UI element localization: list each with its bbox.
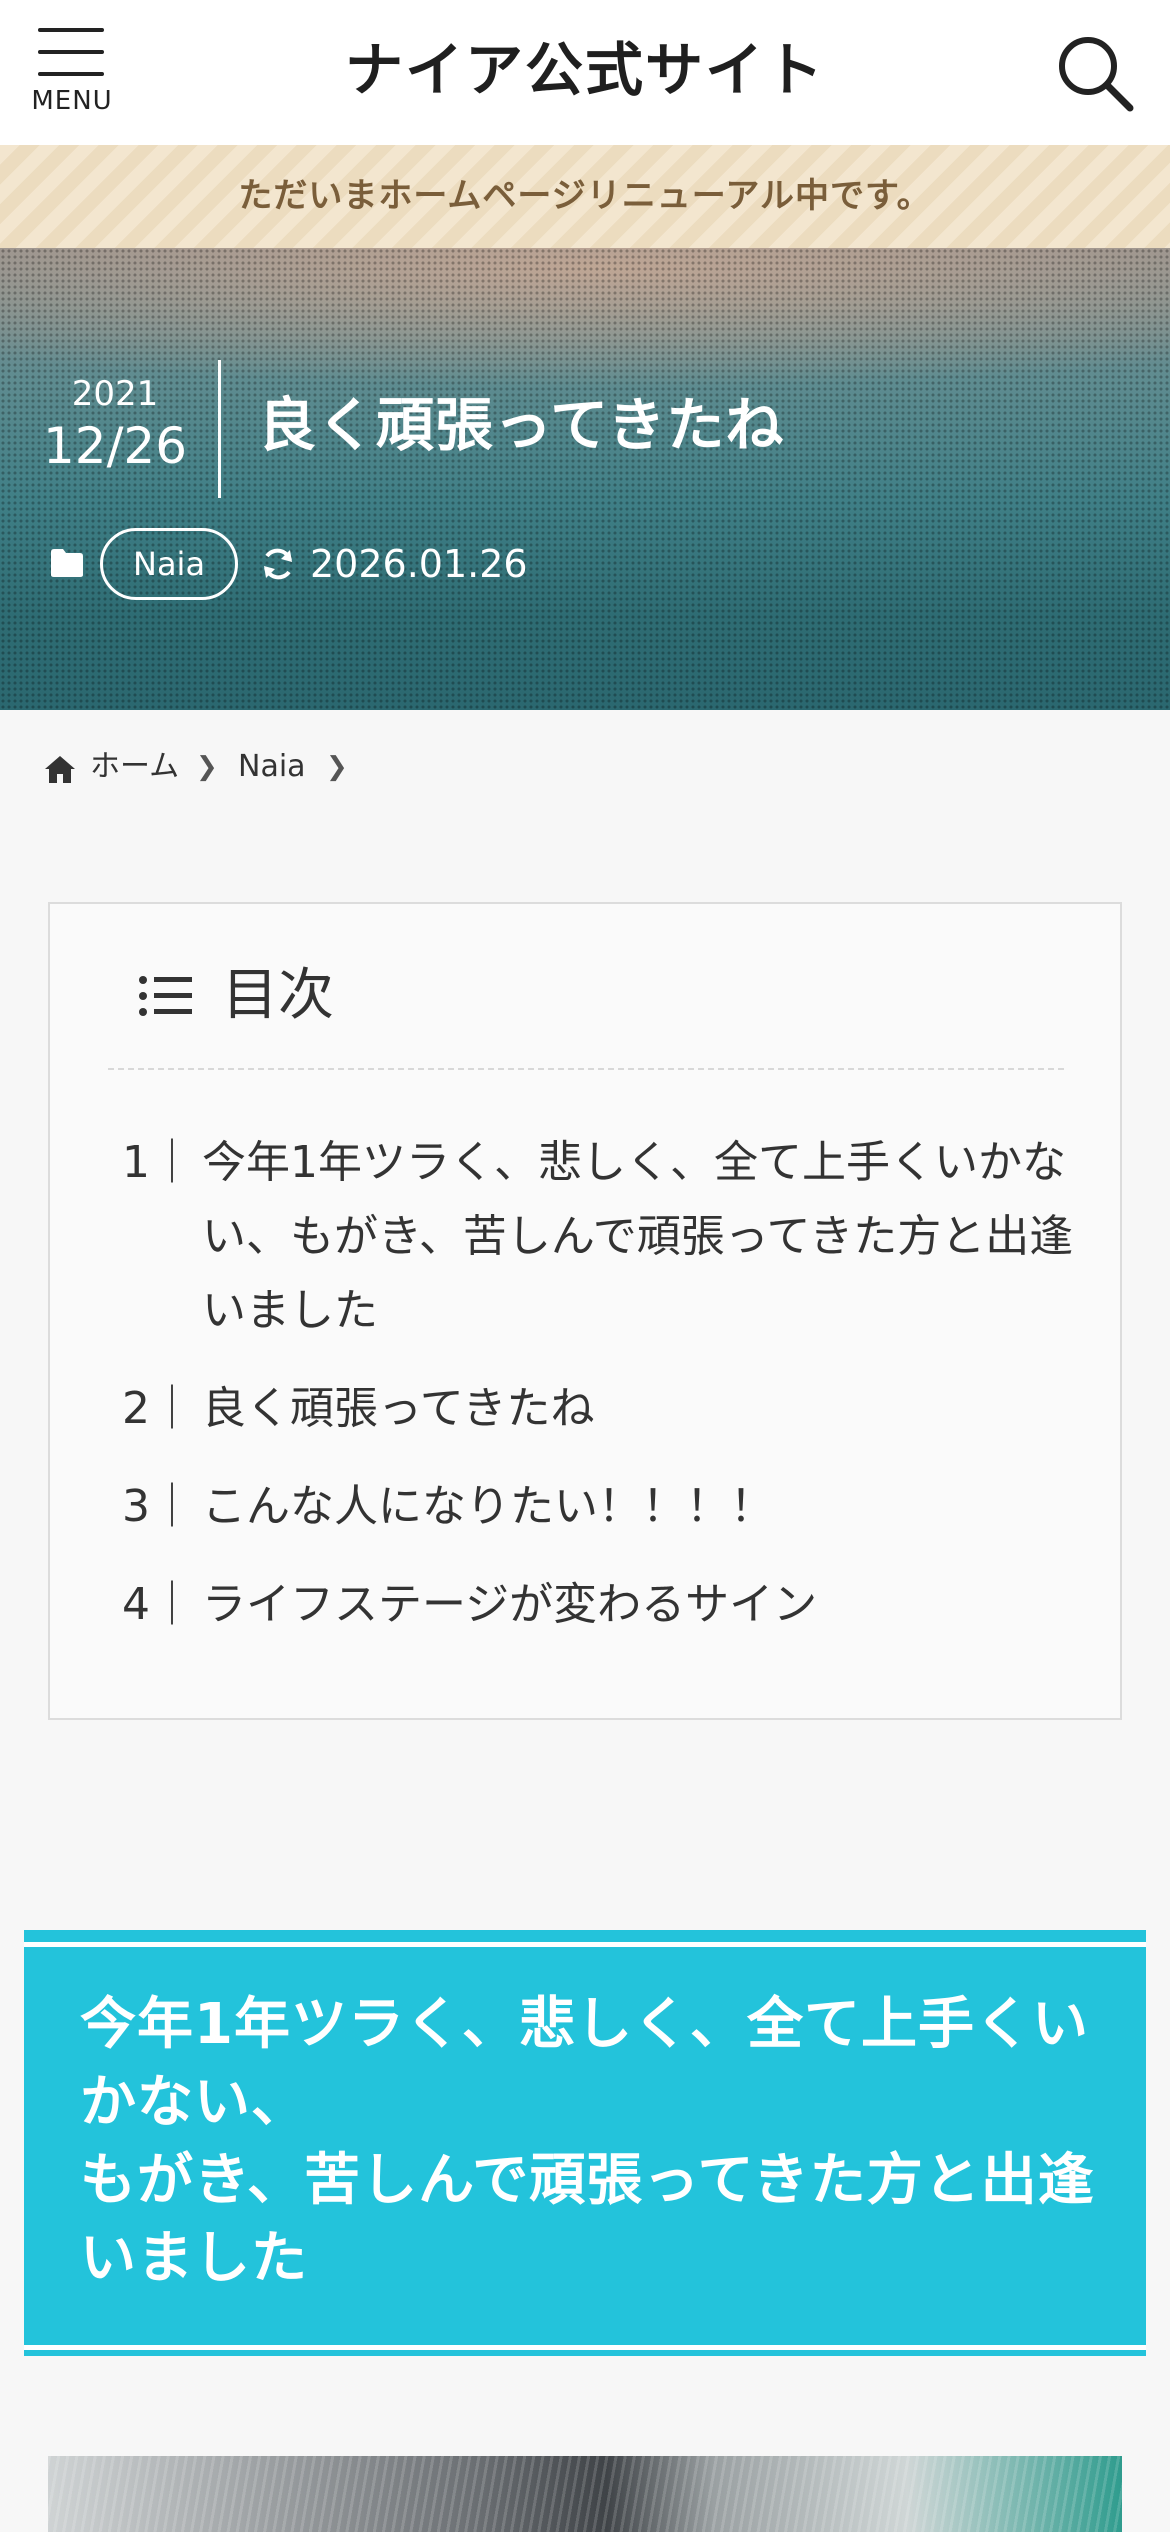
post-month-day: 12/26 <box>42 417 188 475</box>
home-icon <box>45 756 75 783</box>
hamburger-icon <box>38 28 104 76</box>
toc-item[interactable]: 3｜ こんな人になりたい！！！！ <box>122 1470 1082 1544</box>
section-heading-text: 今年1年ツラく、悲しく、全て上手くいかない、 もがき、苦しんで頑張ってきた方と出… <box>80 1986 1120 2298</box>
refresh-icon <box>264 548 292 580</box>
updated-date: 2026.01.26 <box>310 542 528 586</box>
post-date: 2021 12/26 <box>40 373 190 477</box>
toc-item-number: 2｜ <box>122 1383 194 1434</box>
toc-divider <box>108 1068 1064 1070</box>
site-title[interactable]: ナイア公式サイト <box>250 25 920 115</box>
toc-item-label: 良く頑張ってきたね <box>202 1383 595 1434</box>
toc-item-number: 3｜ <box>122 1481 194 1532</box>
breadcrumb-home[interactable]: ホーム <box>90 745 179 789</box>
toc-item[interactable]: 1｜ 今年1年ツラく、悲しく、全て上手くいかない、もがき、苦しんで頑張ってきた方… <box>122 1126 1082 1348</box>
article-image <box>48 2456 1122 2532</box>
toc-item-number: 1｜ <box>122 1137 194 1188</box>
menu-label: MENU <box>31 86 113 116</box>
breadcrumb-category[interactable]: Naia <box>238 745 306 789</box>
post-hero: 2021 12/26 良く頑張ってきたね Naia 2026.01.26 <box>0 248 1170 710</box>
date-divider <box>218 360 221 498</box>
breadcrumb-separator: ❯ <box>196 752 218 782</box>
menu-button[interactable]: MENU <box>22 20 122 125</box>
post-title: 良く頑張ってきたね <box>258 391 785 459</box>
table-of-contents: 目次 1｜ 今年1年ツラく、悲しく、全て上手くいかない、もがき、苦しんで頑張って… <box>48 902 1122 1720</box>
section-heading: 今年1年ツラく、悲しく、全て上手くいかない、 もがき、苦しんで頑張ってきた方と出… <box>24 1930 1146 2356</box>
section-heading-line: 今年1年ツラく、悲しく、全て上手くいかない、 <box>80 1992 1089 2135</box>
toc-item-label: 今年1年ツラく、悲しく、全て上手くいかない、もがき、苦しんで頑張ってきた方と出逢… <box>202 1137 1074 1336</box>
search-icon <box>1059 37 1134 112</box>
breadcrumb-separator: ❯ <box>326 752 348 782</box>
toc-item-number: 4｜ <box>122 1579 194 1630</box>
section-heading-line: もがき、苦しんで頑張ってきた方と出逢いました <box>80 2148 1095 2291</box>
toc-header[interactable]: 目次 <box>138 956 838 1036</box>
toc-item-label: ライフステージが変わるサイン <box>202 1579 818 1630</box>
toc-item[interactable]: 2｜ 良く頑張ってきたね <box>122 1372 1082 1446</box>
post-meta: Naia 2026.01.26 <box>48 526 948 602</box>
category-tag[interactable]: Naia <box>100 528 239 600</box>
toc-list: 1｜ 今年1年ツラく、悲しく、全て上手くいかない、もがき、苦しんで頑張ってきた方… <box>122 1126 1082 1666</box>
list-icon <box>139 976 192 1016</box>
toc-item[interactable]: 4｜ ライフステージが変わるサイン <box>122 1568 1082 1642</box>
notice-bar[interactable]: ただいまホームページリニューアル中です。 <box>0 145 1170 248</box>
breadcrumb: ホーム ❯ Naia ❯ <box>44 745 1044 789</box>
folder-icon <box>51 549 83 577</box>
site-header: MENU ナイア公式サイト <box>0 0 1170 145</box>
search-button[interactable] <box>1050 28 1140 118</box>
post-year: 2021 <box>71 374 159 414</box>
toc-title: 目次 <box>222 963 334 1028</box>
toc-item-label: こんな人になりたい！！！！ <box>202 1481 774 1532</box>
